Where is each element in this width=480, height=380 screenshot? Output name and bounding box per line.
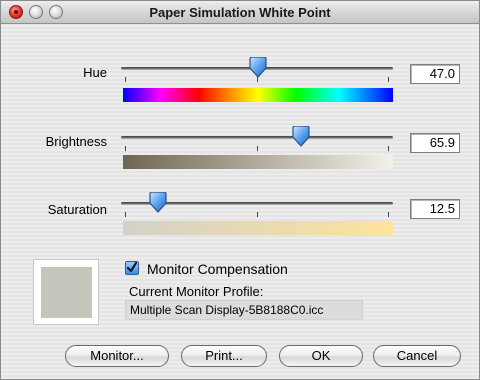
brightness-value-field[interactable]: 65.9 [410,133,460,153]
saturation-tick [257,212,258,217]
profile-name: Multiple Scan Display-5B8188C0.icc [130,303,324,317]
monitor-button[interactable]: Monitor... [65,345,169,367]
brightness-label: Brightness [45,134,107,149]
cancel-button[interactable]: Cancel [373,345,461,367]
hue-label: Hue [83,65,107,80]
monitor-compensation-label[interactable]: Monitor Compensation [147,261,288,277]
profile-heading: Current Monitor Profile: [129,284,264,299]
saturation-tick [388,212,389,217]
hue-spectrum-bar [123,88,393,102]
preview-color-swatch [41,267,92,318]
brightness-tick [388,146,389,151]
hue-value-field[interactable]: 47.0 [410,64,460,84]
hue-tick [125,77,126,82]
saturation-slider-thumb[interactable] [148,192,168,214]
ok-button[interactable]: OK [279,345,363,367]
brightness-slider-track[interactable] [121,136,393,139]
hue-slider-thumb[interactable] [248,57,268,79]
brightness-tick [125,146,126,151]
saturation-value-field[interactable]: 12.5 [410,199,460,219]
profile-name-box: Multiple Scan Display-5B8188C0.icc [125,300,363,320]
title-bar[interactable]: Paper Simulation White Point [1,1,479,24]
print-button[interactable]: Print... [181,345,267,367]
hue-tick [388,77,389,82]
saturation-tick [125,212,126,217]
brightness-gradient-bar [123,155,393,169]
checkmark-icon [126,261,138,273]
saturation-label: Saturation [47,202,107,217]
brightness-tick [257,146,258,151]
monitor-compensation-checkbox[interactable] [125,261,139,275]
brightness-slider-thumb[interactable] [291,126,311,148]
white-point-preview [33,259,99,325]
dialog-window: Paper Simulation White Point Hue 47.0 Br… [0,0,480,380]
saturation-gradient-bar [123,221,393,235]
window-title: Paper Simulation White Point [149,5,331,20]
